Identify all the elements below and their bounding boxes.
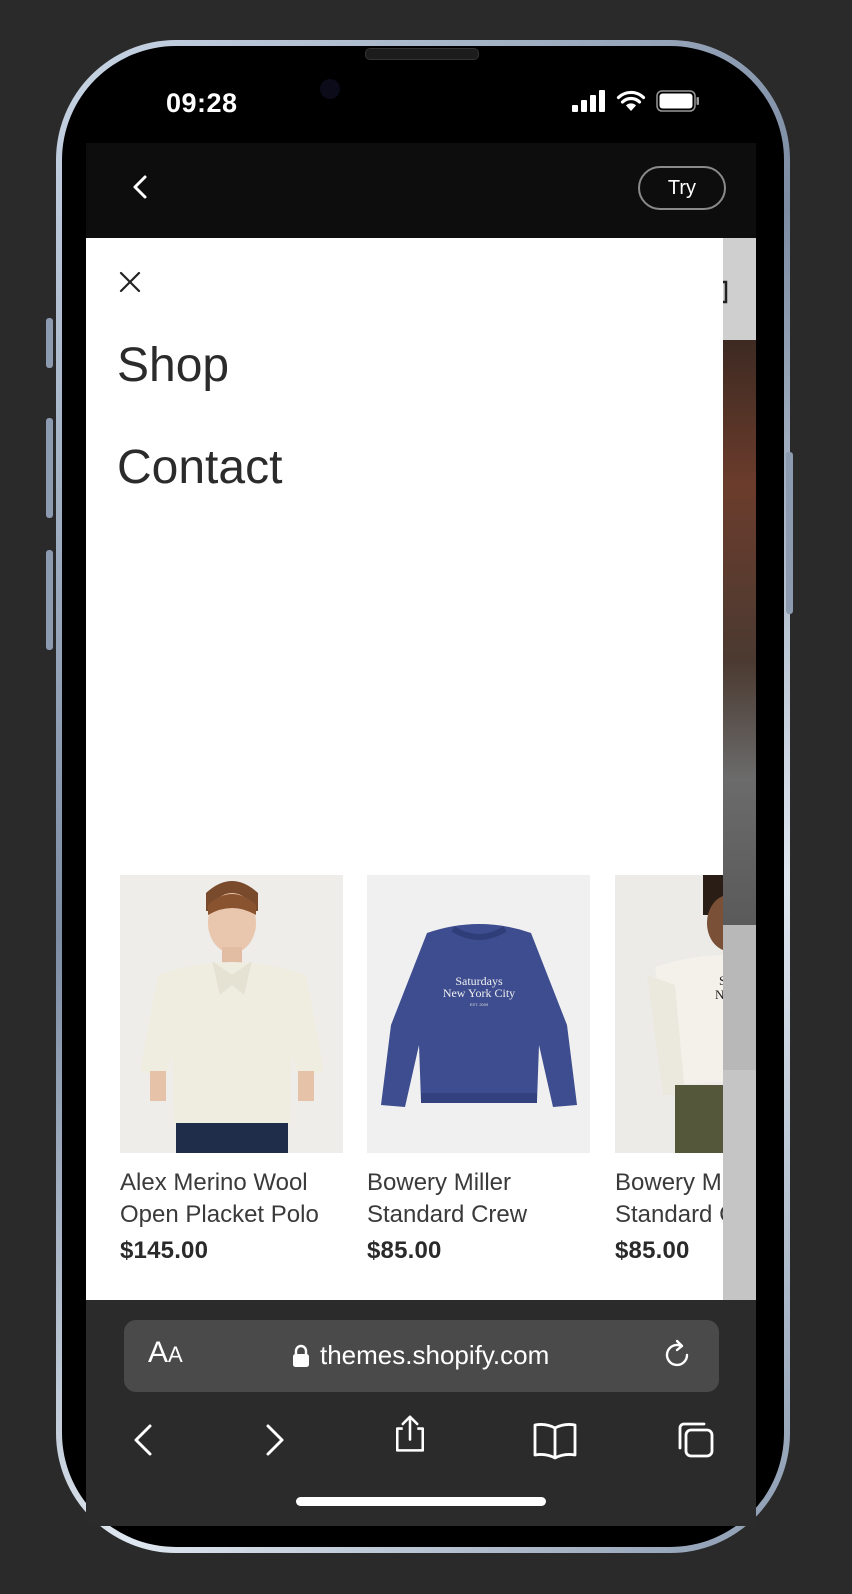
product-card[interactable]: Saturdays New York City Bowery Miller St… — [615, 875, 723, 1265]
url-display[interactable]: themes.shopify.com — [292, 1340, 549, 1371]
product-image[interactable] — [120, 875, 343, 1153]
sweatshirt-print-line1: Saturdays — [719, 973, 723, 988]
status-icons — [572, 90, 700, 112]
sweatshirt-print-line3: EST. 2009 — [470, 1002, 489, 1007]
menu-drawer: Shop Contact Alex Merino Wool Open Plack… — [86, 238, 723, 1300]
sweatshirt-image: Saturdays New York City EST. 2009 — [367, 875, 590, 1153]
product-name[interactable]: Bowery Miller Standard Crew — [615, 1167, 723, 1231]
cellular-signal-icon — [572, 90, 605, 112]
product-price: $85.00 — [367, 1237, 442, 1264]
battery-icon — [656, 90, 699, 112]
url-text: themes.shopify.com — [320, 1340, 550, 1370]
background-image-strip — [723, 925, 756, 1070]
reader-text-size-button[interactable]: AA — [148, 1336, 183, 1370]
share-icon[interactable] — [390, 1414, 430, 1454]
wifi-icon — [616, 90, 646, 111]
front-camera — [320, 79, 340, 99]
sweatshirt-print-line2: New York City — [443, 986, 515, 1000]
background-image-strip-2 — [723, 1070, 756, 1300]
product-image[interactable]: Saturdays New York City EST. 2009 — [367, 875, 590, 1153]
status-time: 09:28 — [166, 88, 238, 118]
aa-large: A — [148, 1336, 169, 1369]
back-chevron-icon[interactable] — [128, 174, 154, 200]
product-name-line: Standard Crew — [367, 1201, 528, 1228]
menu-link-contact[interactable]: Contact — [117, 440, 282, 495]
sweatshirt-print-line2: New York City — [715, 987, 723, 1002]
try-button[interactable]: Try — [638, 166, 726, 210]
volume-down-button — [46, 550, 53, 650]
product-name[interactable]: Alex Merino Wool Open Placket Polo — [120, 1167, 343, 1231]
product-price: $85.00 — [615, 1237, 690, 1264]
product-price: $145.00 — [120, 1237, 209, 1264]
bookmarks-icon[interactable] — [532, 1420, 578, 1460]
tabs-icon[interactable] — [676, 1420, 716, 1460]
reload-icon[interactable] — [660, 1338, 694, 1372]
polo-model-image — [120, 875, 343, 1153]
menu-link-shop[interactable]: Shop — [117, 338, 229, 393]
product-name[interactable]: Bowery Miller Standard Crew — [367, 1167, 590, 1231]
back-icon[interactable] — [124, 1420, 164, 1460]
mute-switch — [46, 318, 53, 368]
product-name-line: Alex Merino Wool — [120, 1169, 308, 1196]
aa-small: A — [168, 1342, 183, 1367]
product-card[interactable]: Saturdays New York City EST. 2009 Bowery… — [367, 875, 590, 1265]
power-button — [786, 452, 793, 614]
product-name-line: Open Placket Polo — [120, 1201, 319, 1228]
product-image[interactable]: Saturdays New York City — [615, 875, 723, 1153]
product-name-line: Standard Crew — [615, 1201, 723, 1228]
sweatshirt-model-image: Saturdays New York City — [615, 875, 723, 1153]
close-icon[interactable] — [118, 270, 142, 294]
background-hero-image — [723, 340, 756, 925]
product-name-line: Bowery Miller — [367, 1169, 512, 1196]
forward-icon[interactable] — [254, 1420, 294, 1460]
volume-up-button — [46, 418, 53, 518]
home-indicator[interactable] — [296, 1497, 546, 1506]
product-name-line: Bowery Miller — [615, 1169, 723, 1196]
speaker-grille — [365, 48, 479, 60]
product-card[interactable]: Alex Merino Wool Open Placket Polo $145.… — [120, 875, 343, 1265]
lock-icon — [293, 1344, 309, 1367]
